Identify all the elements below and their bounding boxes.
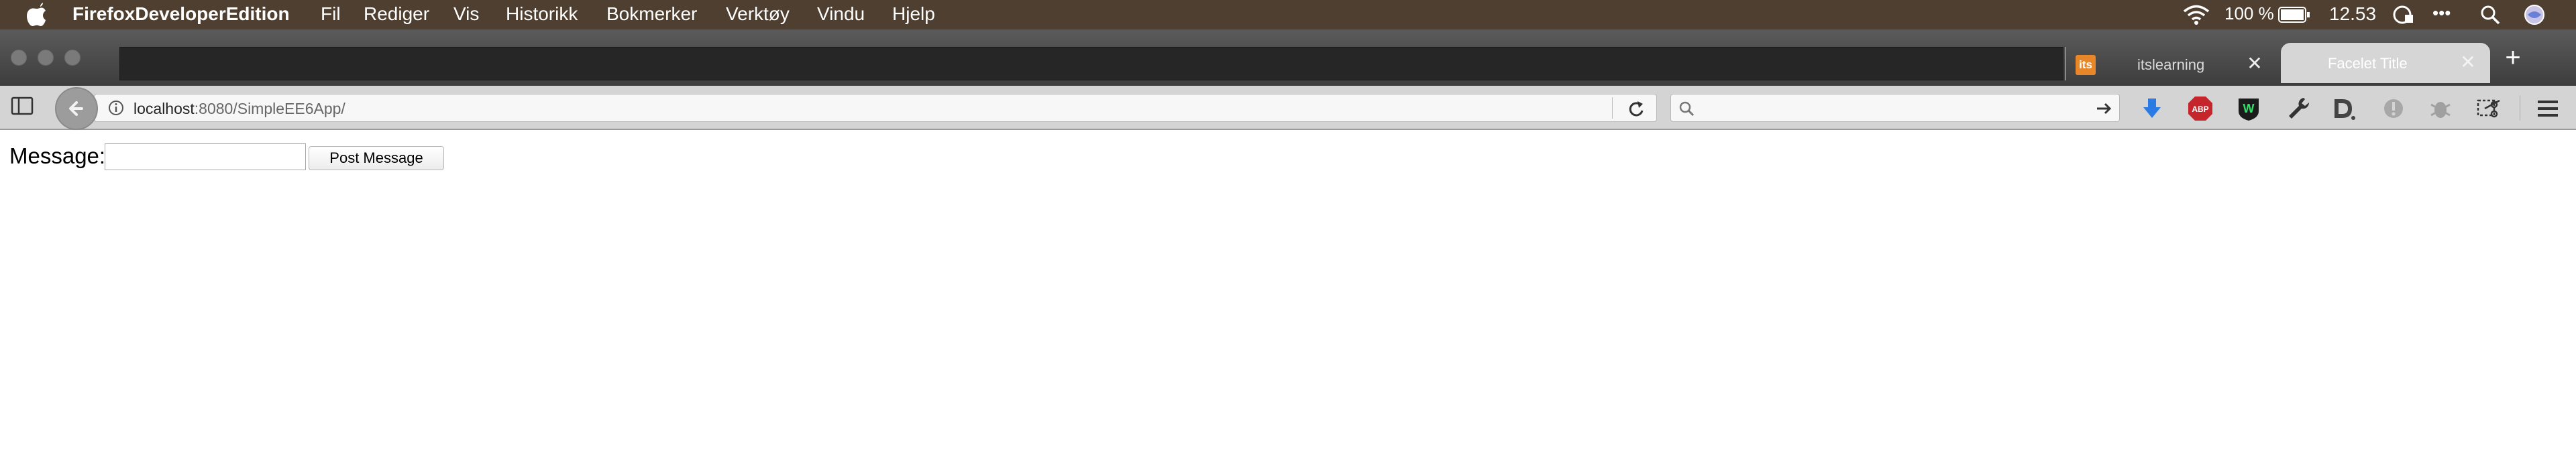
close-tab-icon[interactable]: ✕ [2458,51,2478,73]
tab-title: Facelet Title [2328,55,2408,72]
url-text[interactable]: localhost:8080/SimpleEE6App/ [133,100,345,118]
tab-title: itslearning [2137,56,2205,73]
minimize-window-button[interactable] [38,50,54,66]
menu-verktoy[interactable]: Verktøy [726,3,790,25]
clock[interactable]: 12.53 [2329,3,2376,25]
menu-bokmerker[interactable]: Bokmerker [606,3,697,25]
sidebar-toggle-icon[interactable] [11,96,34,115]
search-bar[interactable] [1670,94,2120,122]
screenshot-scissors-icon[interactable] [2475,95,2502,122]
search-icon [1679,101,1695,117]
app-name-menu[interactable]: FirefoxDeveloperEdition [72,3,290,25]
search-input[interactable] [1701,97,2076,119]
adblock-plus-badge: ABP [2188,96,2212,121]
adblock-plus-icon[interactable]: ABP [2187,95,2214,122]
abp-text: ABP [2192,105,2208,114]
url-bar[interactable]: localhost:8080/SimpleEE6App/ [94,94,1657,122]
apple-logo-icon[interactable] [27,3,47,27]
url-path: :8080/SimpleEE6App/ [194,100,345,117]
zoom-window-button[interactable] [64,50,80,66]
menu-rediger[interactable]: Rediger [364,3,429,25]
svg-text:W: W [2243,102,2255,115]
macos-menu-bar: FirefoxDeveloperEdition Fil Rediger Vis … [0,0,2576,29]
extension-d-icon[interactable] [2330,95,2357,122]
close-tab-icon[interactable]: ✕ [2245,52,2265,74]
developer-tools-wrench-icon[interactable] [2285,95,2312,122]
battery-percent: 100 % [2224,3,2274,23]
url-bar-divider [1612,97,1613,119]
back-button[interactable] [55,87,98,130]
site-info-icon[interactable] [108,100,124,116]
search-go-arrow-icon[interactable] [2094,99,2114,119]
post-message-button[interactable]: Post Message [309,146,444,170]
message-label: Message: [9,143,106,168]
close-window-button[interactable] [11,50,27,66]
back-arrow-icon [69,101,83,116]
tab-facelet-title[interactable]: Facelet Title ✕ [2281,43,2490,83]
menu-vis[interactable]: Vis [453,3,479,25]
battery-icon[interactable] [2278,7,2310,23]
tab-strip: its itslearning ✕ Facelet Title ✕ + [0,29,2576,86]
navigation-toolbar: localhost:8080/SimpleEE6App/ ABP W [0,86,2576,130]
itslearning-favicon-icon: its [2076,55,2096,75]
hamburger-menu-icon[interactable] [2534,95,2561,122]
extension-bug-icon[interactable] [2427,95,2454,122]
download-arrow-icon[interactable] [2139,95,2165,122]
url-host: localhost [133,100,195,117]
new-tab-plus-icon[interactable]: + [2500,44,2526,71]
tab-bar-empty-area [119,47,2063,80]
w-extension-icon[interactable]: W [2235,95,2262,122]
extension-disabled-icon[interactable] [2380,95,2407,122]
wifi-icon[interactable] [2183,4,2210,25]
spotlight-search-icon[interactable] [2479,4,2501,25]
tab-divider [2065,47,2066,80]
siri-icon[interactable] [2524,4,2545,25]
menu-fil[interactable]: Fil [321,3,341,25]
menu-vindu[interactable]: Vindu [817,3,865,25]
menu-historikk[interactable]: Historikk [506,3,578,25]
tab-itslearning[interactable]: its itslearning ✕ [2068,47,2277,80]
more-icon[interactable]: ••• [2432,3,2451,23]
page-content: Message: Post Message [0,131,2576,451]
menu-hjelp[interactable]: Hjelp [892,3,935,25]
message-input[interactable] [105,143,306,170]
lock-clock-icon[interactable] [2392,4,2415,25]
reload-icon[interactable] [1623,97,1650,120]
